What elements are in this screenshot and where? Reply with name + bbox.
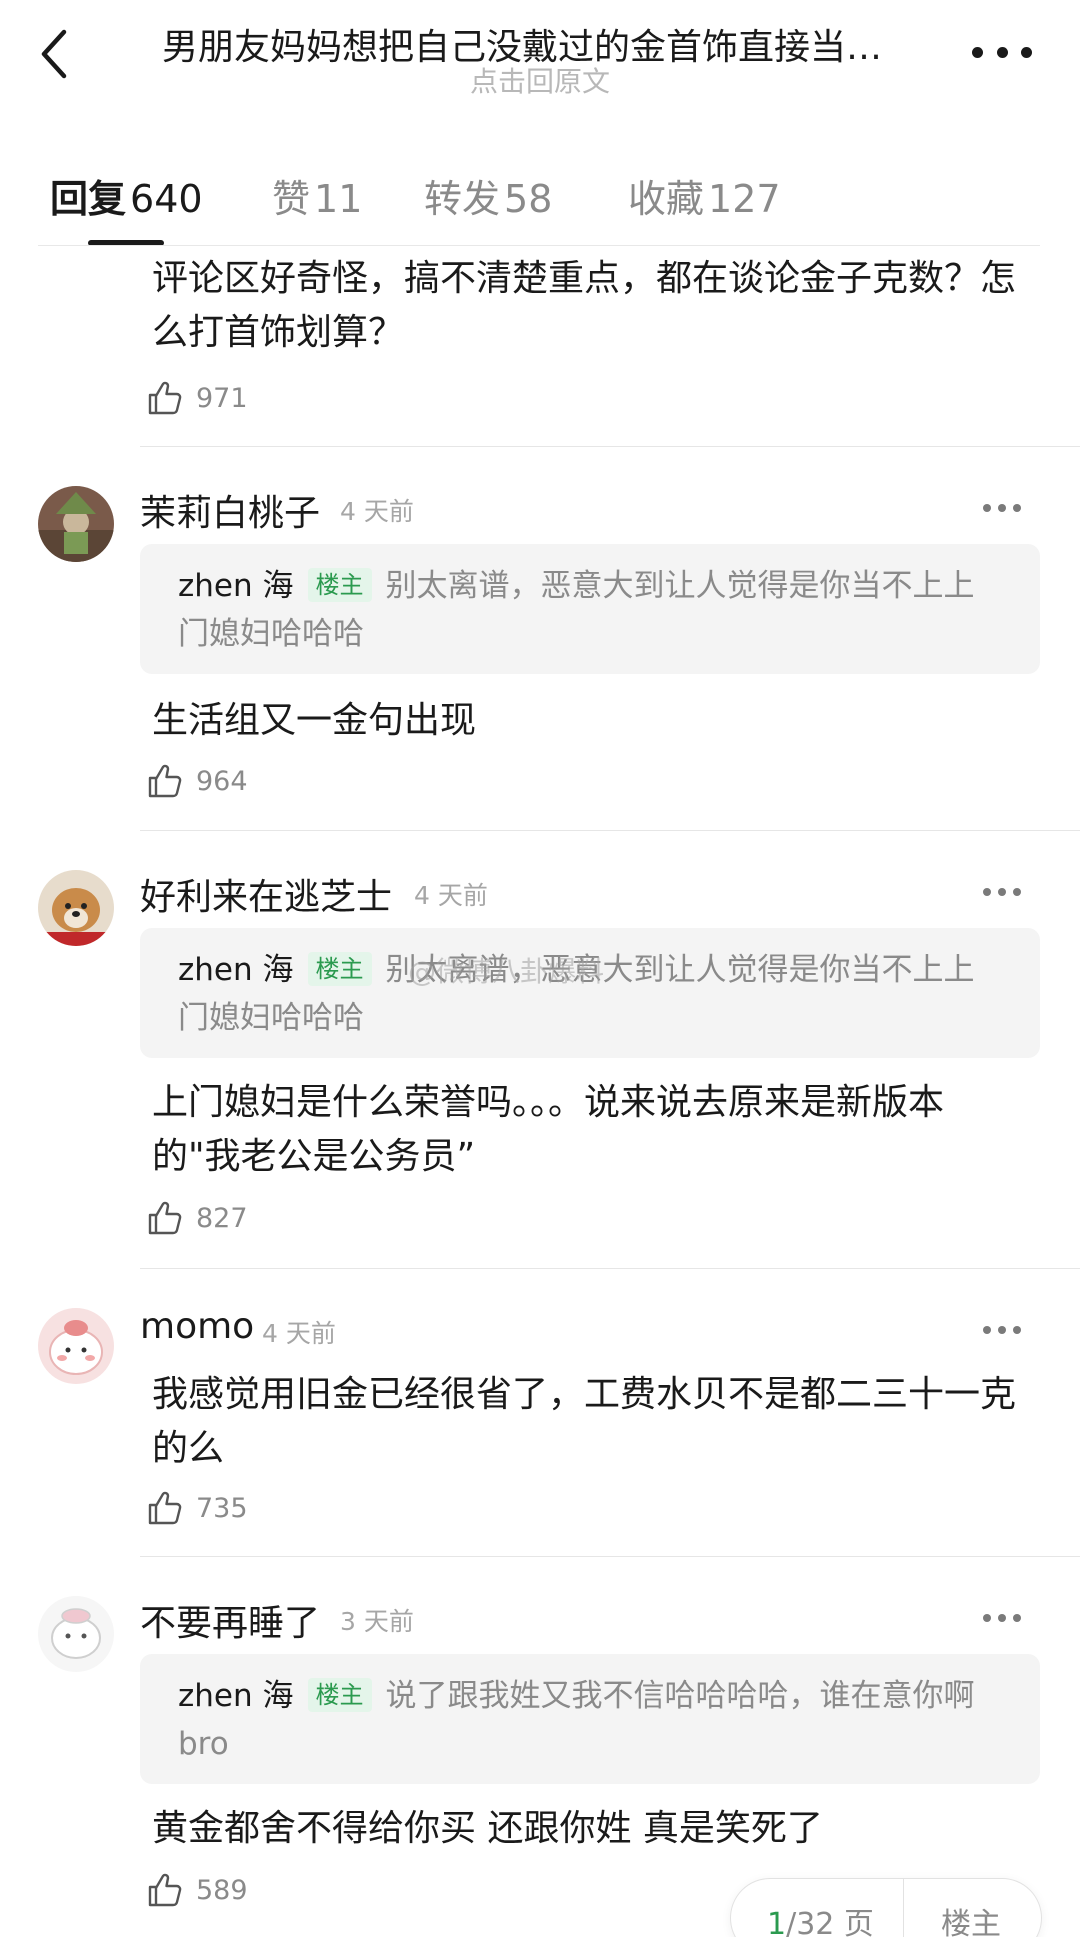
quoted-reply[interactable]: zhen 海楼主 别太离谱，恶意大到让人觉得是你当不上上门媳妇哈哈哈 xyxy=(140,928,1040,1058)
tab-count: 640 xyxy=(130,177,203,221)
more-dot xyxy=(996,46,1008,58)
more-dot xyxy=(1013,888,1021,896)
more-dot xyxy=(1013,504,1021,512)
comment-username[interactable]: 不要再睡了 xyxy=(140,1594,320,1646)
more-horizontal-icon xyxy=(983,1326,991,1334)
op-badge: 楼主 xyxy=(307,1678,372,1712)
tab-count: 11 xyxy=(314,177,363,221)
thumbs-up-icon xyxy=(148,1491,182,1525)
tab-reposts[interactable]: 转发 58 xyxy=(424,168,552,223)
tab-label: 收藏 xyxy=(628,177,705,221)
comment-more-button[interactable] xyxy=(983,886,1021,898)
tabs-divider xyxy=(38,245,1040,246)
comment-time: 4 天前 xyxy=(414,881,488,910)
current-page: 1 xyxy=(767,1907,787,1937)
quoted-reply[interactable]: zhen 海楼主 别太离谱，恶意大到让人觉得是你当不上上门媳妇哈哈哈 xyxy=(140,544,1040,674)
more-horizontal-icon xyxy=(983,888,991,896)
pagination-control[interactable]: 1/32 页 楼主 xyxy=(730,1878,1042,1937)
tab-favorites[interactable]: 收藏 127 xyxy=(628,168,781,223)
quoted-text: 别太离谱，恶意大到让人觉得是你当不上上门媳妇哈哈哈 xyxy=(178,568,975,652)
comment-time: 3 天前 xyxy=(340,1607,414,1636)
comment-username[interactable]: 好利来在逃芝士 xyxy=(140,868,392,920)
more-horizontal-icon xyxy=(972,46,983,58)
more-horizontal-icon xyxy=(983,1614,991,1622)
total-pages: /32 页 xyxy=(786,1907,874,1937)
tab-label: 赞 xyxy=(272,177,311,221)
avatar[interactable] xyxy=(38,1308,114,1384)
comment-divider xyxy=(140,1556,1080,1557)
more-dot xyxy=(1021,46,1032,58)
quoted-reply[interactable]: zhen 海楼主 说了跟我姓又我不信哈哈哈哈，谁在意你啊bro xyxy=(140,1654,1040,1784)
quoted-text: 说了跟我姓又我不信哈哈哈哈，谁在意你啊bro xyxy=(178,1678,975,1762)
quoted-username: zhen 海 xyxy=(178,1678,294,1714)
like-button[interactable]: 827 xyxy=(146,1198,248,1238)
quoted-username: zhen 海 xyxy=(178,952,294,988)
comment-body[interactable]: 黄金都舍不得给你买 还跟你姓 真是笑死了 xyxy=(152,1802,1032,1856)
comment-body[interactable]: 生活组又一金句出现 xyxy=(152,694,1032,748)
chevron-left-icon xyxy=(41,29,67,79)
comment-time: 4 天前 xyxy=(262,1319,336,1348)
tab-label: 回复 xyxy=(50,177,127,221)
tab-label: 转发 xyxy=(424,177,501,221)
tab-count: 127 xyxy=(708,177,781,221)
thumbs-up-icon xyxy=(148,381,182,415)
comment-more-button[interactable] xyxy=(983,502,1021,514)
comment-divider xyxy=(140,446,1080,447)
op-badge: 楼主 xyxy=(307,568,372,602)
comment-body[interactable]: 我感觉用旧金已经很省了，工费水贝不是都二三十一克的么 xyxy=(152,1368,1032,1476)
comment-username[interactable]: momo xyxy=(140,1306,254,1347)
like-button[interactable]: 964 xyxy=(146,761,248,801)
pager-separator xyxy=(903,1879,904,1937)
tab-likes[interactable]: 赞 11 xyxy=(272,168,362,223)
comment-more-button[interactable] xyxy=(983,1324,1021,1336)
thumbs-up-icon xyxy=(148,764,182,798)
page-indicator[interactable]: 1/32 页 xyxy=(767,1899,874,1937)
tab-replies[interactable]: 回复 640 xyxy=(50,168,203,223)
more-dot xyxy=(1013,1614,1021,1622)
like-count: 589 xyxy=(196,1874,248,1906)
comment-more-button[interactable] xyxy=(983,1612,1021,1624)
more-dot xyxy=(1013,1326,1021,1334)
avatar[interactable] xyxy=(38,870,114,946)
quoted-username: zhen 海 xyxy=(178,568,294,604)
comment-body[interactable]: 评论区好奇怪，搞不清楚重点，都在谈论金子克数？怎么打首饰划算？ xyxy=(152,252,1032,360)
more-horizontal-icon xyxy=(983,504,991,512)
more-dot xyxy=(998,1326,1006,1334)
thumbs-up-icon xyxy=(148,1201,182,1235)
comment-username[interactable]: 茉莉白桃子 xyxy=(140,484,320,536)
like-count: 735 xyxy=(196,1492,248,1524)
more-dot xyxy=(998,504,1006,512)
top-bar: 男朋友妈妈想把自己没戴过的金首饰直接当… 点击回原文 xyxy=(0,0,1080,130)
like-count: 971 xyxy=(196,382,248,414)
comment-body[interactable]: 上门媳妇是什么荣誉吗。。。说来说去原来是新版本的"我老公是公务员” xyxy=(152,1076,1032,1184)
avatar[interactable] xyxy=(38,1596,114,1672)
like-button[interactable]: 971 xyxy=(146,378,248,418)
op-badge: 楼主 xyxy=(307,952,372,986)
avatar[interactable] xyxy=(38,486,114,562)
more-dot xyxy=(998,1614,1006,1622)
view-original-link[interactable]: 点击回原文 xyxy=(470,60,610,100)
more-options-button[interactable] xyxy=(972,38,1032,66)
comment-divider xyxy=(140,830,1080,831)
comment-time: 4 天前 xyxy=(340,497,414,526)
more-dot xyxy=(998,888,1006,896)
comment-divider xyxy=(140,1268,1080,1269)
like-button[interactable]: 735 xyxy=(146,1488,248,1528)
like-count: 827 xyxy=(196,1202,248,1234)
interaction-tabs: 回复 640 赞 11 转发 58 收藏 127 xyxy=(0,158,1080,248)
like-button[interactable]: 589 xyxy=(146,1870,248,1910)
op-only-button[interactable]: 楼主 xyxy=(941,1899,1001,1937)
back-button[interactable] xyxy=(32,22,82,86)
thumbs-up-icon xyxy=(148,1873,182,1907)
tab-count: 58 xyxy=(504,177,553,221)
like-count: 964 xyxy=(196,765,248,797)
watermark: @微博八卦爆料 xyxy=(408,955,605,988)
